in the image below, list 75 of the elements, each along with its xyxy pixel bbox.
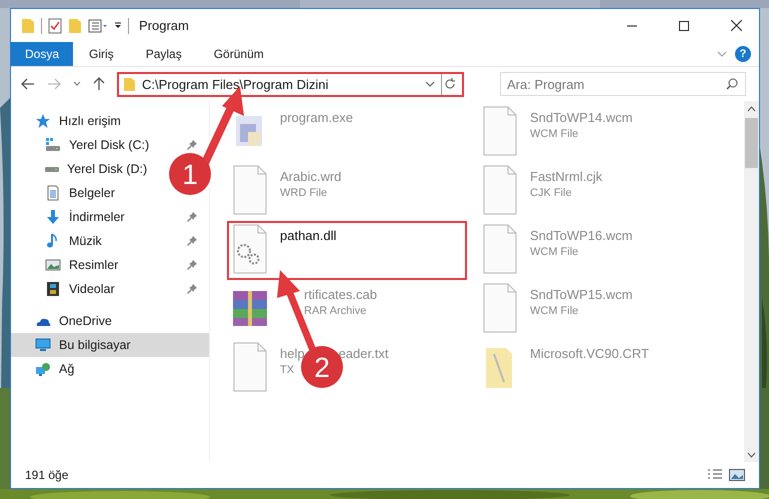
sidebar-item[interactable]: Yerel Disk (D:): [11, 157, 160, 181]
file-name: help: [280, 346, 305, 361]
thumbnail-view-icon[interactable]: [729, 469, 745, 481]
address-field[interactable]: C:\Program Files\Program Dizini: [117, 72, 464, 96]
file-name: pathan.dll: [280, 228, 336, 243]
minimize-icon: [627, 24, 637, 26]
pin-icon[interactable]: [187, 212, 197, 222]
file-name: SndToWP14.wcm: [530, 110, 633, 125]
up-caret-icon[interactable]: [747, 106, 756, 112]
ribbon-tab[interactable]: Giriş: [73, 42, 130, 66]
file-name: FastNrml.cjk: [530, 169, 602, 184]
file-name: rtificates.cab: [304, 287, 377, 302]
step-badge: 1: [169, 153, 211, 195]
file-type: WCM File: [530, 246, 578, 258]
ribbon-tab[interactable]: Görünüm: [198, 42, 280, 66]
search-field[interactable]: Ara: Program: [500, 72, 746, 96]
file-name: program.exe: [280, 110, 353, 125]
file-name: eader.txt: [338, 346, 388, 361]
document-icon: [45, 185, 61, 201]
caret-icon: [73, 81, 81, 87]
search-icon: [726, 78, 738, 90]
drive-icon: [45, 137, 61, 153]
details-view-icon[interactable]: [707, 469, 723, 481]
file-name: SndToWP15.wcm: [530, 287, 633, 302]
properties-icon[interactable]: [88, 18, 108, 32]
sidebar-item[interactable]: Videolar: [11, 277, 209, 301]
file-name: SndToWP16.wcm: [530, 228, 633, 243]
folder-icon: [123, 76, 136, 92]
refresh-icon: [444, 78, 456, 90]
item-count: 191 öğe: [25, 468, 70, 482]
file-type: RAR Archive: [304, 305, 366, 317]
file-item[interactable]: pathan.dll: [228, 222, 466, 279]
back-arrow-icon: [21, 78, 35, 90]
chevron-icon[interactable]: [717, 51, 727, 57]
sidebar-item[interactable]: Bu bilgisayar: [11, 333, 209, 357]
drive-icon: [45, 166, 59, 172]
pin-icon[interactable]: [187, 260, 197, 270]
help-button[interactable]: ?: [735, 46, 751, 62]
up-arrow-icon: [93, 77, 105, 91]
film-icon: [45, 281, 61, 297]
scroll-thumb[interactable]: [745, 118, 758, 168]
sidebar-item[interactable]: Ağ: [11, 357, 86, 381]
network-icon: [35, 361, 51, 377]
file-name: Microsoft.VC90.CRT: [530, 346, 649, 361]
caret-icon[interactable]: [425, 81, 435, 87]
file-name: Arabic.wrd: [280, 169, 342, 184]
window-title: Program: [139, 18, 190, 33]
file-type: TX: [280, 364, 294, 376]
monitor-icon: [35, 337, 51, 353]
picture-icon: [45, 257, 61, 273]
scrollbar[interactable]: [744, 101, 759, 462]
pin-icon[interactable]: [187, 284, 197, 294]
dropdown-icon[interactable]: [114, 22, 122, 30]
sidebar-item[interactable]: İndirmeler: [11, 205, 209, 229]
sidebar-item[interactable]: OneDrive: [11, 309, 124, 333]
sidebar-item[interactable]: Belgeler: [11, 181, 127, 205]
pin-icon[interactable]: [187, 140, 197, 150]
pin-icon[interactable]: [187, 236, 197, 246]
ribbon-tab[interactable]: Dosya: [11, 42, 74, 66]
refresh-button[interactable]: [441, 74, 458, 94]
maximize-icon: [679, 20, 689, 30]
sidebar-item[interactable]: Hızlı erişim: [11, 109, 133, 133]
star-icon: [35, 113, 51, 129]
sidebar-item[interactable]: Resimler: [11, 253, 209, 277]
file-type: WRD File: [280, 187, 328, 199]
ribbon-tab[interactable]: Paylaş: [130, 42, 198, 66]
file-type: WCM File: [530, 305, 578, 317]
down-arrow-icon: [45, 209, 61, 225]
down-caret-icon[interactable]: [747, 452, 756, 458]
forward-arrow-icon: [47, 78, 61, 90]
checklist-icon[interactable]: [48, 18, 62, 34]
file-type: CJK File: [530, 187, 572, 199]
sidebar-item[interactable]: Müzik: [11, 229, 209, 253]
close-icon: [730, 20, 742, 31]
file-type: WCM File: [530, 128, 578, 140]
